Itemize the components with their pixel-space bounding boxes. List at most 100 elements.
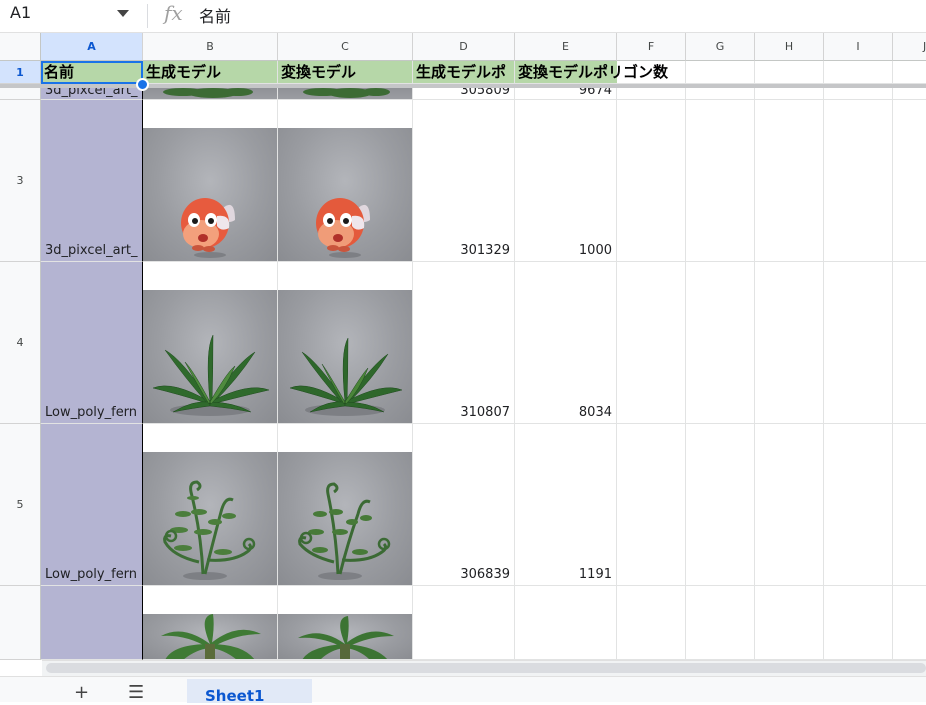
row-header-3[interactable]: 3 — [0, 100, 41, 262]
converted-model-cell-row-6[interactable] — [278, 586, 413, 660]
header-cell-generated-polygons[interactable]: 生成モデルポ — [413, 61, 515, 84]
plus-icon[interactable]: + — [74, 682, 89, 703]
cell-g4[interactable] — [686, 262, 755, 424]
spreadsheet-grid[interactable]: A B C D E F G H I J 1 名前 生成モデル 変換モデル 生成モ… — [0, 33, 926, 660]
fill-handle[interactable] — [136, 78, 149, 91]
generated-polygons-row-2[interactable]: 305809 — [413, 88, 515, 100]
cell-j5[interactable] — [893, 424, 926, 586]
generated-model-cell-row-6[interactable] — [143, 586, 278, 660]
column-header-f[interactable]: F — [617, 33, 686, 61]
cell-h2[interactable] — [755, 88, 824, 100]
fish-icon — [181, 198, 235, 258]
cell-i3[interactable] — [824, 100, 893, 262]
curly-fern-icon — [298, 482, 391, 580]
cell-f2[interactable] — [617, 88, 686, 100]
header-cell-generated-model[interactable]: 生成モデル — [143, 61, 278, 84]
column-header-d[interactable]: D — [413, 33, 515, 61]
generated-polygons-row-6[interactable] — [413, 586, 515, 660]
formula-bar-divider — [147, 4, 148, 28]
generated-model-cell-row-5[interactable] — [143, 424, 278, 586]
cell-f6[interactable] — [617, 586, 686, 660]
cell-g2[interactable] — [686, 88, 755, 100]
generated-model-cell-row-3[interactable] — [143, 100, 278, 262]
cell-j4[interactable] — [893, 262, 926, 424]
name-cell-row-5[interactable]: Low_poly_fern — [41, 424, 143, 586]
fx-icon: fx — [164, 1, 183, 25]
cell-h5[interactable] — [755, 424, 824, 586]
palm-icon — [298, 616, 394, 659]
cell-i5[interactable] — [824, 424, 893, 586]
cell-i4[interactable] — [824, 262, 893, 424]
generated-polygons-row-3[interactable]: 301329 — [413, 100, 515, 262]
horizontal-scrollbar-thumb[interactable] — [46, 663, 926, 673]
active-cell-selection — [41, 61, 143, 84]
generated-polygons-row-4[interactable]: 310807 — [413, 262, 515, 424]
palm-icon — [161, 614, 261, 659]
partial-converted-image[interactable] — [278, 88, 413, 100]
converted-polygons-row-3[interactable]: 1000 — [515, 100, 617, 262]
header-cell-converted-polygons[interactable]: 変換モデルポリゴン数 — [515, 61, 669, 84]
cell-g6[interactable] — [686, 586, 755, 660]
name-cell-row-2[interactable]: 3d_pixcel_art_ — [41, 88, 143, 100]
cell-h1[interactable] — [755, 61, 824, 84]
cell-f3[interactable] — [617, 100, 686, 262]
select-all-corner[interactable] — [0, 33, 41, 61]
sheet-tab-sheet1[interactable]: Sheet1 — [187, 679, 312, 705]
formula-bar: A1 fx 名前 — [0, 0, 926, 33]
fish-icon — [316, 198, 370, 258]
column-header-g[interactable]: G — [686, 33, 755, 61]
name-cell-row-4[interactable]: Low_poly_fern — [41, 262, 143, 424]
column-header-c[interactable]: C — [278, 33, 413, 61]
cell-j2[interactable] — [893, 88, 926, 100]
cell-h6[interactable] — [755, 586, 824, 660]
converted-model-cell-row-4[interactable] — [278, 262, 413, 424]
sheet-tab-bar: + ☰ Sheet1 — [0, 676, 926, 705]
generated-model-cell-row-4[interactable] — [143, 262, 278, 424]
cell-h4[interactable] — [755, 262, 824, 424]
name-box[interactable]: A1 — [10, 3, 31, 22]
cell-f5[interactable] — [617, 424, 686, 586]
cell-i2[interactable] — [824, 88, 893, 100]
converted-polygons-row-5[interactable]: 1191 — [515, 424, 617, 586]
column-header-h[interactable]: H — [755, 33, 824, 61]
partial-generated-image[interactable] — [143, 88, 278, 100]
name-cell-row-3[interactable]: 3d_pixcel_art_ — [41, 100, 143, 262]
row-header-4[interactable]: 4 — [0, 262, 41, 424]
converted-model-cell-row-3[interactable] — [278, 100, 413, 262]
column-header-i[interactable]: I — [824, 33, 893, 61]
column-header-a[interactable]: A — [41, 33, 143, 61]
cell-i1[interactable] — [824, 61, 893, 84]
fern-model-image — [143, 290, 277, 423]
fern-icon — [152, 334, 270, 416]
row-header-1[interactable]: 1 — [0, 61, 41, 84]
row-header-6[interactable] — [0, 586, 41, 660]
converted-polygons-row-6[interactable] — [515, 586, 617, 660]
cell-g5[interactable] — [686, 424, 755, 586]
cell-i6[interactable] — [824, 586, 893, 660]
column-header-b[interactable]: B — [143, 33, 278, 61]
cell-g3[interactable] — [686, 100, 755, 262]
header-cell-converted-model[interactable]: 変換モデル — [278, 61, 413, 84]
generated-polygons-row-5[interactable]: 306839 — [413, 424, 515, 586]
horizontal-scrollbar[interactable] — [42, 660, 926, 676]
fern-thumbnail-icon — [163, 88, 253, 98]
cell-h3[interactable] — [755, 100, 824, 262]
converted-polygons-row-2[interactable]: 9674 — [515, 88, 617, 100]
cell-j1[interactable] — [893, 61, 926, 84]
column-header-e[interactable]: E — [515, 33, 617, 61]
cell-f4[interactable] — [617, 262, 686, 424]
name-cell-row-6[interactable] — [41, 586, 143, 660]
column-header-j[interactable]: J — [893, 33, 926, 61]
list-icon[interactable]: ☰ — [128, 682, 144, 703]
row-header-2[interactable] — [0, 88, 41, 100]
converted-polygons-row-4[interactable]: 8034 — [515, 262, 617, 424]
cell-g1[interactable] — [686, 61, 755, 84]
formula-input[interactable]: 名前 — [199, 3, 231, 27]
row-header-5[interactable]: 5 — [0, 424, 41, 586]
converted-model-cell-row-5[interactable] — [278, 424, 413, 586]
fern-model-image — [278, 290, 412, 423]
name-box-dropdown-icon[interactable] — [117, 10, 129, 17]
cell-j3[interactable] — [893, 100, 926, 262]
fish-model-image — [143, 128, 277, 261]
cell-j6[interactable] — [893, 586, 926, 660]
